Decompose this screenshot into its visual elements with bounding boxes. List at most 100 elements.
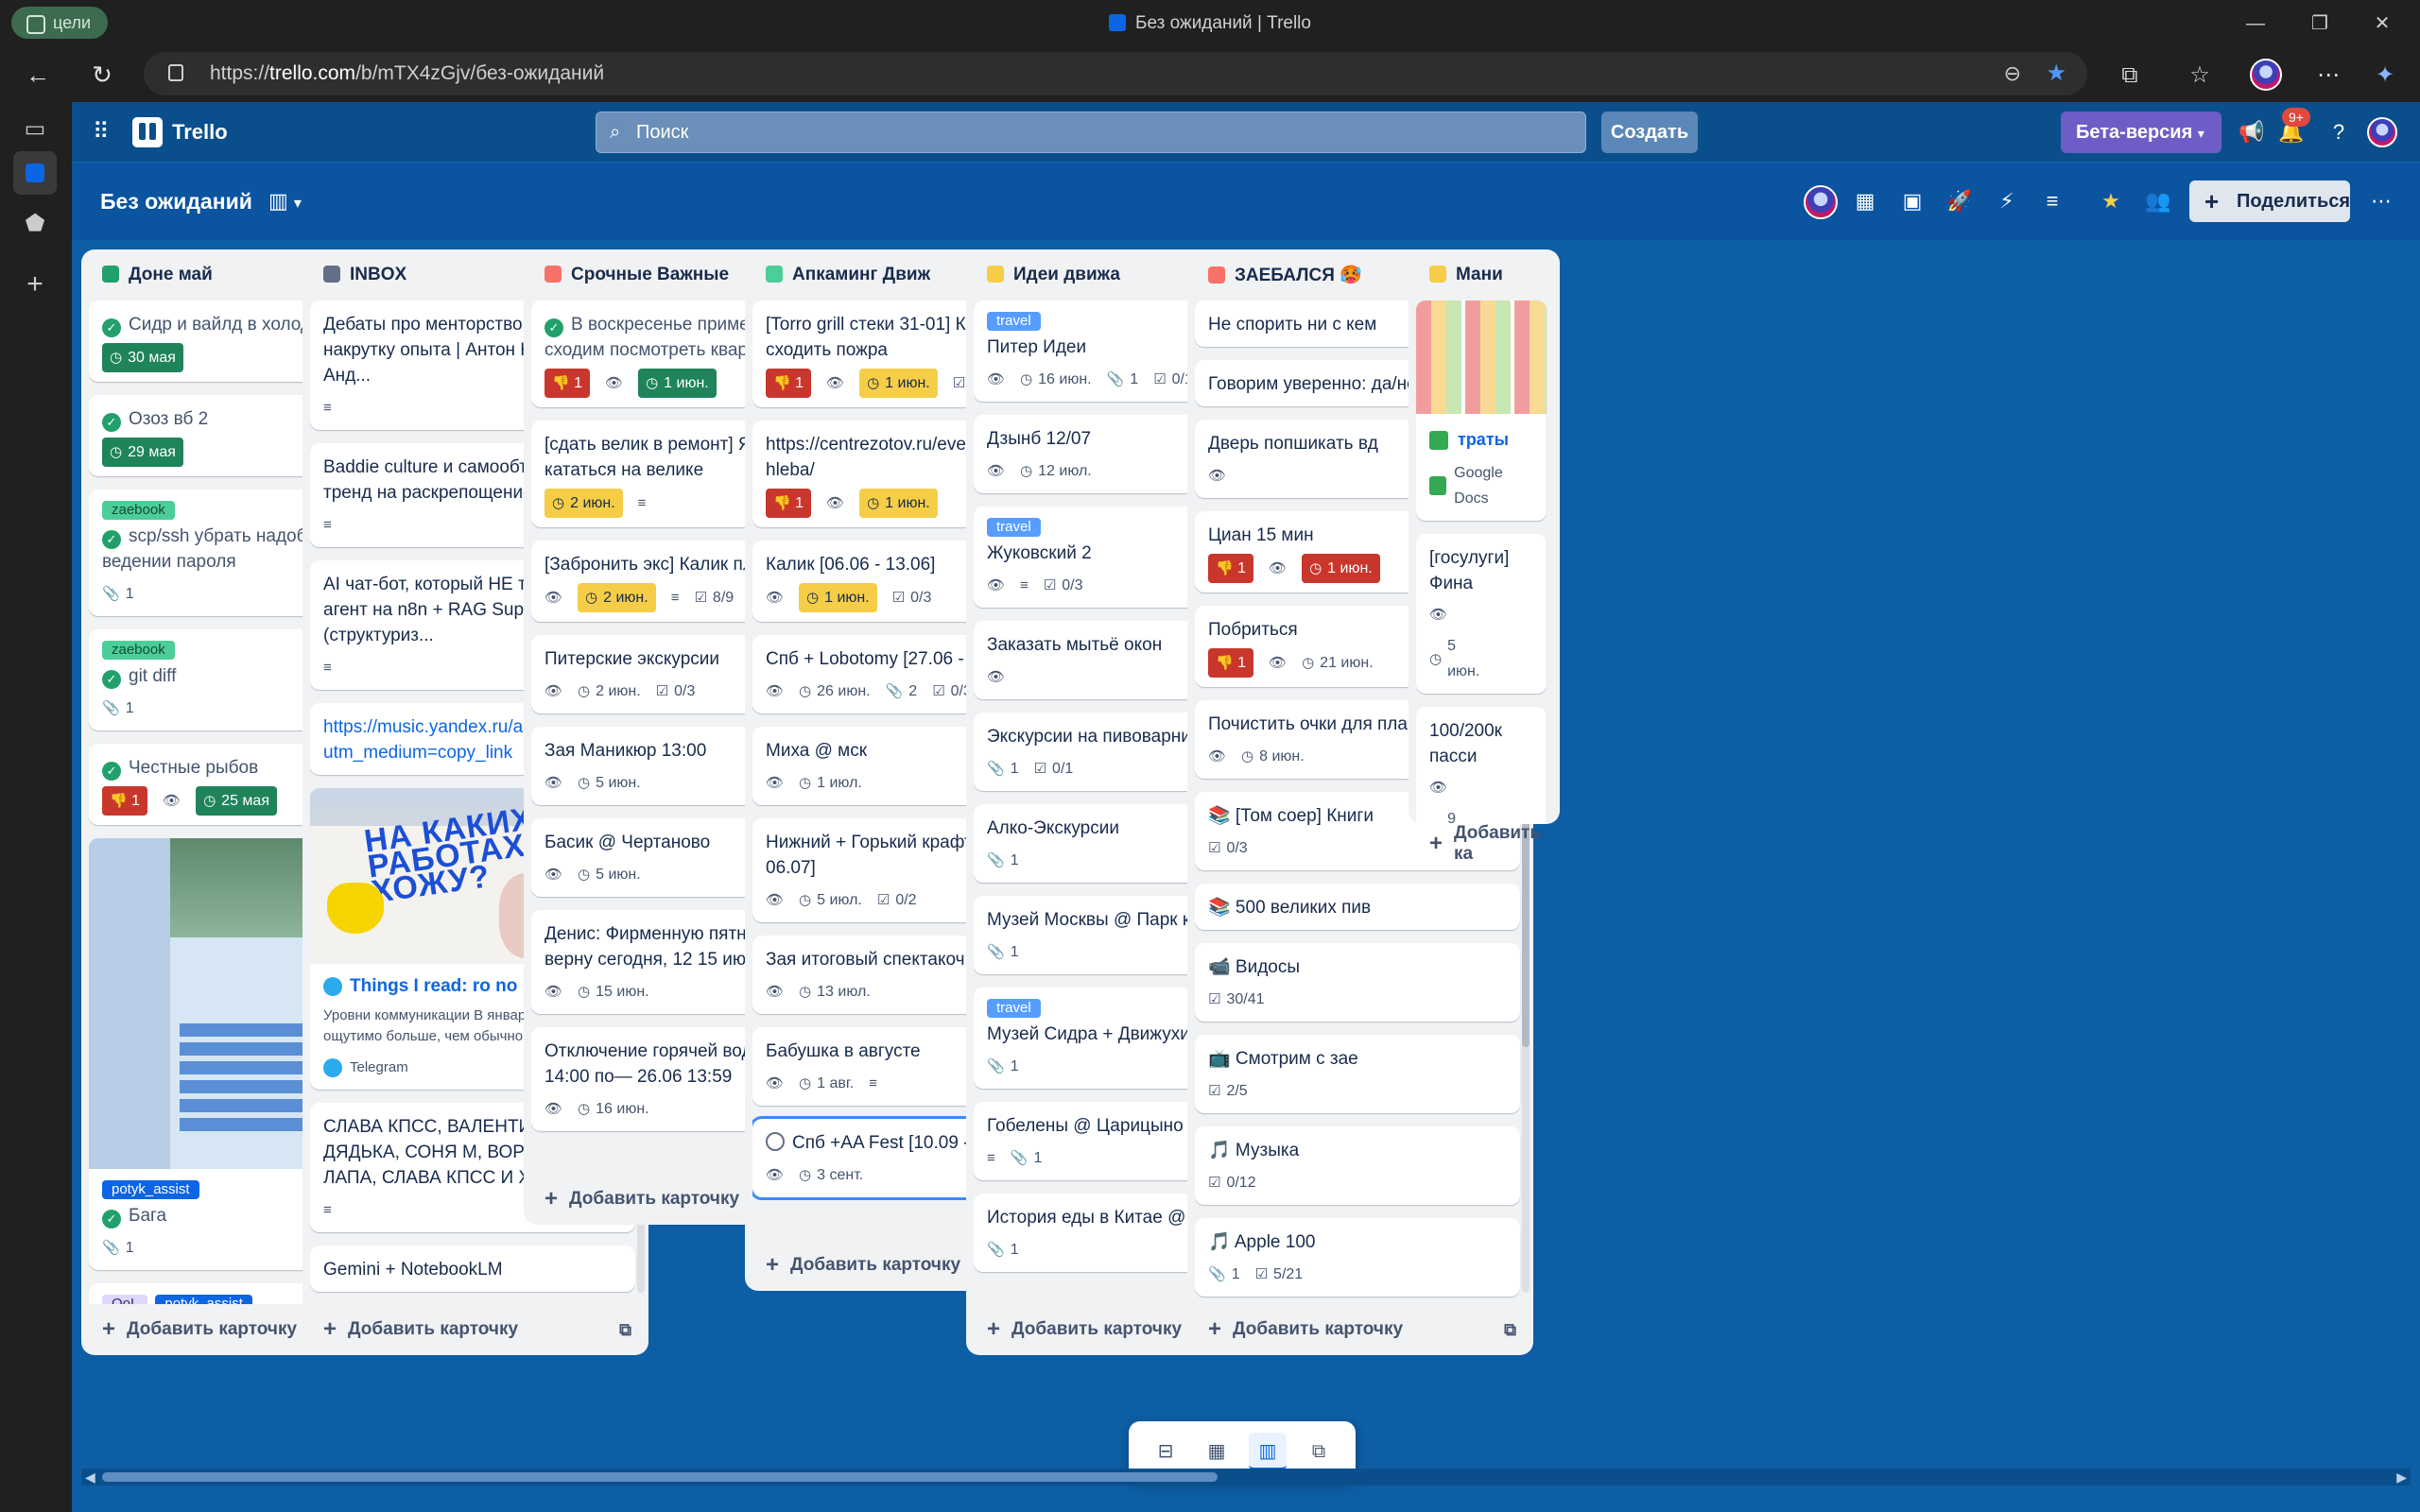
due-date-badge[interactable]: ◷ 1 июн. [638, 369, 717, 398]
back-icon[interactable]: ← [19, 57, 57, 93]
card-label[interactable]: potyk_assist [155, 1295, 252, 1304]
visibility-icon[interactable]: 👥 [2142, 185, 2174, 217]
card-title: Gemini + NotebookLM [323, 1257, 622, 1282]
calendar-power-up-icon[interactable]: ▦ [1849, 185, 1881, 217]
date-text: 16 июн. [1038, 370, 1092, 387]
switch-board-icon[interactable]: ⧉ [1300, 1433, 1338, 1470]
card[interactable]: [госулуги] Фина 👁 ◷ 5 июн. [1416, 534, 1547, 694]
horizontal-scrollbar[interactable]: ◀ ▶ [81, 1469, 2411, 1486]
card[interactable]: траты Google Docs [1416, 301, 1547, 521]
card-aging-icon[interactable]: ▣ [1896, 185, 1928, 217]
complete-check-icon[interactable]: ✓ [102, 762, 121, 781]
favorites-icon[interactable]: ☆ [2184, 60, 2216, 92]
add-card-button[interactable]: + Добавить карточку ⧉ [1195, 1304, 1526, 1355]
complete-check-icon[interactable]: ✓ [102, 318, 121, 337]
trello-tab-icon[interactable] [13, 151, 57, 195]
votes-badge: 👎 1 [1208, 648, 1254, 678]
complete-check-icon[interactable]: ✓ [102, 530, 121, 549]
app-switcher-icon[interactable]: ⠿ [93, 121, 115, 144]
user-avatar[interactable] [2367, 117, 2397, 147]
complete-check-icon[interactable]: ✓ [544, 318, 563, 337]
minimize-icon[interactable]: — [2227, 0, 2284, 47]
card-title-text: Питерские экскурсии [544, 649, 719, 669]
filter-icon[interactable]: ≡ [2036, 185, 2068, 217]
due-date-badge[interactable]: ◷ 2 июн. [544, 489, 623, 518]
list-header[interactable]: Мани [1416, 249, 1552, 301]
card[interactable]: 100/200к пасси 👁 ◷ 9 июн. [1416, 707, 1547, 824]
more-icon[interactable]: ⋯ [2312, 60, 2344, 92]
search-input[interactable]: ⌕ Поиск [596, 112, 1586, 153]
zoom-icon[interactable]: ⊖ [2004, 52, 2021, 95]
card-label[interactable]: QoL [102, 1295, 148, 1304]
trello-logo[interactable]: Trello [132, 117, 228, 147]
card-title-text: Питер Идеи [987, 337, 1087, 357]
description-icon: ≡ [637, 495, 647, 511]
beta-button[interactable]: Бета-версия ▾ [2061, 112, 2221, 153]
tabs-icon[interactable]: ▭ [13, 108, 57, 151]
create-button[interactable]: Создать [1601, 112, 1698, 153]
board-view-icon[interactable]: ▥ [1249, 1433, 1287, 1470]
card-label[interactable]: potyk_assist [102, 1180, 199, 1199]
due-date-badge[interactable]: ◷ 1 июн. [859, 489, 938, 518]
card-template-icon[interactable]: ⧉ [1504, 1320, 1516, 1340]
board-view-switcher[interactable]: ▥ ▾ [268, 183, 302, 222]
star-board-icon[interactable]: ★ [2095, 185, 2127, 217]
megaphone-icon[interactable]: 📢 [2237, 117, 2267, 147]
due-date-badge[interactable]: ◷ 30 мая [102, 343, 183, 372]
add-card-button[interactable]: + Добавить ка [1416, 818, 1552, 869]
card[interactable]: 🎵 Apple 100 📎 1 ☑ 5/21 [1195, 1218, 1520, 1297]
due-date-badge[interactable]: ◷ 25 мая [196, 786, 277, 816]
due-date-badge[interactable]: ◷ 1 июн. [859, 369, 938, 398]
copilot-icon[interactable]: ✦ [2369, 60, 2401, 92]
close-icon[interactable]: ✕ [2354, 0, 2411, 47]
card[interactable]: 📚 500 великих пив [1195, 884, 1520, 930]
gdoc-link[interactable]: траты [1429, 427, 1533, 453]
favorite-star-icon[interactable]: ★ [2046, 52, 2066, 95]
card-label[interactable]: travel [987, 312, 1041, 331]
browser-profile-avatar[interactable] [2250, 59, 2282, 91]
address-bar[interactable]: https://trello.com/b/mTX4zGjv/без-ожидан… [144, 52, 2087, 95]
card[interactable]: 🎵 Музыка ☑ 0/12 [1195, 1126, 1520, 1205]
card[interactable]: 📺 Смотрим с зае ☑ 2/5 [1195, 1035, 1520, 1113]
scroll-left-icon[interactable]: ◀ [85, 1469, 95, 1486]
scrollbar-thumb[interactable] [102, 1472, 1218, 1482]
board-title[interactable]: Без ожиданий [100, 183, 252, 219]
complete-check-icon[interactable]: ✓ [102, 670, 121, 689]
card[interactable]: Gemini + NotebookLM [310, 1246, 635, 1292]
automation-icon[interactable]: ⚡ [1991, 185, 2023, 217]
card[interactable]: 📹 Видосы ☑ 30/41 [1195, 943, 1520, 1022]
reload-icon[interactable]: ↻ [83, 57, 121, 93]
due-date-badge[interactable]: ◷ 1 июн. [799, 583, 877, 612]
card-badge: ◷ 1 июл. [799, 770, 862, 796]
share-button[interactable]: Поделиться [2189, 180, 2350, 222]
plus-icon: + [102, 1316, 116, 1342]
new-tab-icon[interactable]: + [13, 263, 57, 306]
attachment-count: 1 [125, 585, 134, 602]
help-icon[interactable]: ? [2324, 117, 2354, 147]
due-date-badge[interactable]: ◷ 29 мая [102, 438, 183, 467]
planner-view-icon[interactable]: ▦ [1198, 1433, 1236, 1470]
restore-icon[interactable]: ❐ [2291, 0, 2348, 47]
card-label[interactable]: travel [987, 999, 1041, 1018]
card-label[interactable]: zaebook [102, 641, 175, 660]
power-ups-icon[interactable]: 🚀 [1944, 185, 1976, 217]
card-label[interactable]: zaebook [102, 501, 175, 520]
add-card-button[interactable]: + Добавить карточку ⧉ [310, 1304, 641, 1355]
due-date-badge[interactable]: ◷ 1 июн. [1302, 554, 1380, 583]
list-title[interactable]: Мани [1429, 265, 1543, 285]
pin-icon[interactable]: ⬟ [13, 202, 57, 246]
card-badge: ◷ 9 июн. [1429, 806, 1492, 824]
complete-check-icon[interactable]: ✓ [102, 1210, 121, 1228]
board-view-icon: ▥ [268, 189, 288, 213]
due-date-badge[interactable]: ◷ 2 июн. [578, 583, 656, 612]
card-template-icon[interactable]: ⧉ [619, 1320, 631, 1340]
inbox-view-icon[interactable]: ⊟ [1147, 1433, 1184, 1470]
complete-check-icon[interactable]: ✓ [102, 413, 121, 432]
scroll-right-icon[interactable]: ▶ [2396, 1469, 2407, 1486]
card-badge: 👁 [826, 370, 844, 396]
card-label[interactable]: travel [987, 518, 1041, 537]
board-menu-icon[interactable]: ⋯ [2365, 185, 2397, 217]
incomplete-circle-icon[interactable] [766, 1132, 785, 1151]
extensions-icon[interactable]: ⧉ [2114, 60, 2146, 92]
member-avatar[interactable] [1804, 185, 1838, 219]
